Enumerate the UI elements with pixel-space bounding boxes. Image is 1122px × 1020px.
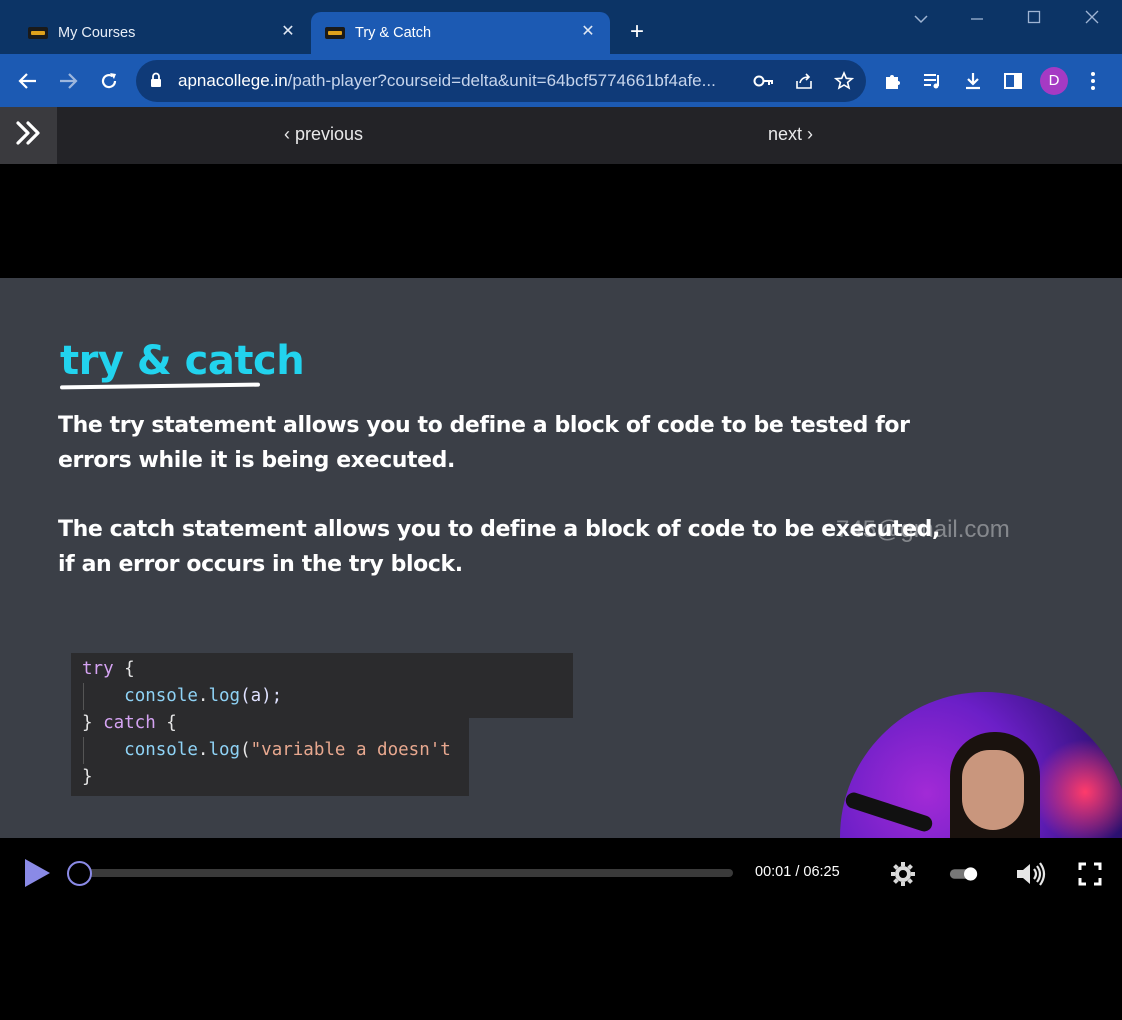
close-window-button[interactable] bbox=[1079, 8, 1105, 34]
chevron-left-icon: ‹ bbox=[284, 124, 290, 144]
play-button[interactable] bbox=[22, 858, 52, 888]
close-icon[interactable]: ✕ bbox=[278, 22, 298, 42]
minimize-button[interactable] bbox=[964, 8, 990, 34]
lock-icon[interactable] bbox=[150, 72, 162, 93]
key-icon[interactable] bbox=[752, 70, 776, 92]
lecture-slide: try & catch The try statement allows you… bbox=[0, 278, 1122, 838]
chevron-right-icon: › bbox=[807, 124, 814, 144]
maximize-button[interactable] bbox=[1021, 8, 1047, 34]
slide-title: try & catch bbox=[60, 338, 305, 384]
course-navigation-bar: ‹ previous next › bbox=[0, 107, 1122, 164]
speed-toggle-icon[interactable] bbox=[948, 858, 980, 890]
tab-title: My Courses bbox=[58, 25, 136, 41]
tab-title: Try & Catch bbox=[355, 25, 432, 41]
download-icon[interactable] bbox=[959, 67, 987, 95]
share-icon[interactable] bbox=[792, 70, 816, 92]
tab-try-catch[interactable]: Try & Catch ✕ bbox=[311, 12, 610, 54]
playback-time: 00:01 / 06:25 bbox=[755, 864, 840, 880]
video-player[interactable]: try & catch The try statement allows you… bbox=[0, 164, 1122, 1020]
previous-link[interactable]: ‹ previous bbox=[284, 124, 363, 145]
extensions-puzzle-icon[interactable] bbox=[879, 67, 907, 95]
college-logo-icon bbox=[28, 27, 48, 39]
expand-sidebar-button[interactable] bbox=[0, 107, 57, 164]
forward-arrow-icon[interactable] bbox=[54, 67, 82, 95]
college-logo-icon bbox=[325, 27, 345, 39]
settings-gear-icon[interactable] bbox=[887, 858, 919, 890]
bookmark-star-icon[interactable] bbox=[832, 70, 856, 92]
media-queue-icon[interactable] bbox=[919, 67, 947, 95]
player-controls: 00:01 / 06:25 bbox=[0, 838, 1122, 906]
tab-my-courses[interactable]: My Courses ✕ bbox=[14, 12, 310, 54]
close-icon[interactable]: ✕ bbox=[578, 22, 598, 42]
address-bar[interactable]: apnacollege.in/path-player?courseid=delt… bbox=[136, 60, 866, 102]
fullscreen-icon[interactable] bbox=[1074, 858, 1106, 890]
slide-paragraph-try: The try statement allows you to define a… bbox=[58, 413, 910, 473]
url-text[interactable]: apnacollege.in/path-player?courseid=delt… bbox=[178, 71, 746, 91]
side-panel-icon[interactable] bbox=[999, 67, 1027, 95]
progress-track[interactable] bbox=[78, 869, 733, 877]
browser-toolbar: apnacollege.in/path-player?courseid=delt… bbox=[0, 54, 1122, 107]
double-chevron-right-icon bbox=[15, 120, 43, 151]
code-snippet: try { console.log(a); } catch { console.… bbox=[82, 659, 451, 787]
slide-paragraph-catch: The catch statement allows you to define… bbox=[58, 517, 940, 577]
new-tab-button[interactable]: + bbox=[624, 20, 650, 46]
progress-thumb[interactable] bbox=[67, 861, 93, 886]
profile-avatar[interactable]: D bbox=[1040, 67, 1068, 95]
back-arrow-icon[interactable] bbox=[14, 67, 42, 95]
tab-search-icon[interactable] bbox=[908, 8, 934, 34]
volume-icon[interactable] bbox=[1015, 858, 1047, 890]
browser-tab-strip: My Courses ✕ Try & Catch ✕ + bbox=[0, 0, 1122, 54]
more-menu-icon[interactable] bbox=[1079, 67, 1107, 95]
presenter-webcam-bubble bbox=[840, 692, 1122, 838]
email-watermark: 745@gmail.com bbox=[836, 516, 1010, 543]
next-link[interactable]: next › bbox=[768, 124, 813, 145]
reload-icon[interactable] bbox=[95, 67, 123, 95]
